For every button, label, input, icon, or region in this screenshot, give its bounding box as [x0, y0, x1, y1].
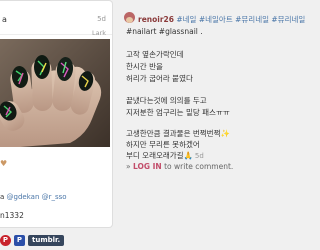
pinterest-button[interactable]: P: [0, 234, 11, 246]
caption-time: 5d: [194, 152, 204, 160]
post-card: a 5d Lark ♥ a @gdekan @r_sso n1332: [0, 0, 113, 228]
mention-r-sso[interactable]: @r_sso: [42, 193, 67, 201]
caption-hashtags-1[interactable]: #네일 #네일아트 #뮤리네일 #뮤리네일: [176, 15, 305, 24]
tags-prefix: a: [0, 193, 5, 201]
caption-line: 허리가 굽어라 붙였다: [126, 74, 193, 83]
caption-line: 고생한만큼 결과물은 번쩍번쩍✨: [126, 129, 230, 138]
caption-line: 한시간 반을: [126, 62, 163, 71]
post-header: a 5d Lark: [0, 1, 112, 37]
post-username[interactable]: a: [2, 15, 7, 24]
login-link[interactable]: LOG IN: [133, 162, 162, 171]
login-rest: to write comment.: [164, 162, 234, 171]
caption-line: 부디 오래오래가길🙏: [126, 151, 193, 160]
post-id: n1332: [0, 211, 24, 220]
caption-last-line: 부디 오래오래가길🙏 5d: [126, 150, 204, 161]
login-arrow: »: [126, 162, 131, 171]
photo-filter: Lark: [91, 29, 106, 37]
tumblr-button[interactable]: tumblr.: [28, 234, 65, 246]
caption-line: 고작 옆손가락인데: [126, 50, 184, 59]
share-row: P P tumblr.: [0, 234, 65, 246]
caption-username[interactable]: renoir26: [138, 15, 174, 24]
caption-line: 하지만 무리른 못하겠어: [126, 140, 200, 149]
tagged-users: a @gdekan @r_sso: [0, 193, 67, 201]
post-time: 5d: [97, 15, 106, 23]
likes-row: ♥: [0, 159, 112, 169]
caption-header: renoir26 #네일 #네일아트 #뮤리네일 #뮤리네일: [138, 14, 305, 25]
avatar[interactable]: [124, 12, 135, 23]
mention-gdekan[interactable]: @gdekan: [7, 193, 40, 201]
caption-line: 지저분한 엄구리는 밑당 패스ㅠㅠ: [126, 108, 230, 117]
instagram-post-page: a 5d Lark ♥ a @gdekan @r_sso n1332 P P t…: [0, 0, 305, 250]
caption-line: 끝냈다는것에 의의를 두고: [126, 96, 207, 105]
post-photo[interactable]: [0, 39, 110, 147]
caption-hashtags-2[interactable]: #nailart #glassnail .: [126, 27, 203, 36]
login-prompt: » LOG IN to write comment.: [126, 162, 233, 171]
heart-icon[interactable]: ♥: [0, 159, 7, 168]
p-share-button[interactable]: P: [14, 234, 25, 246]
